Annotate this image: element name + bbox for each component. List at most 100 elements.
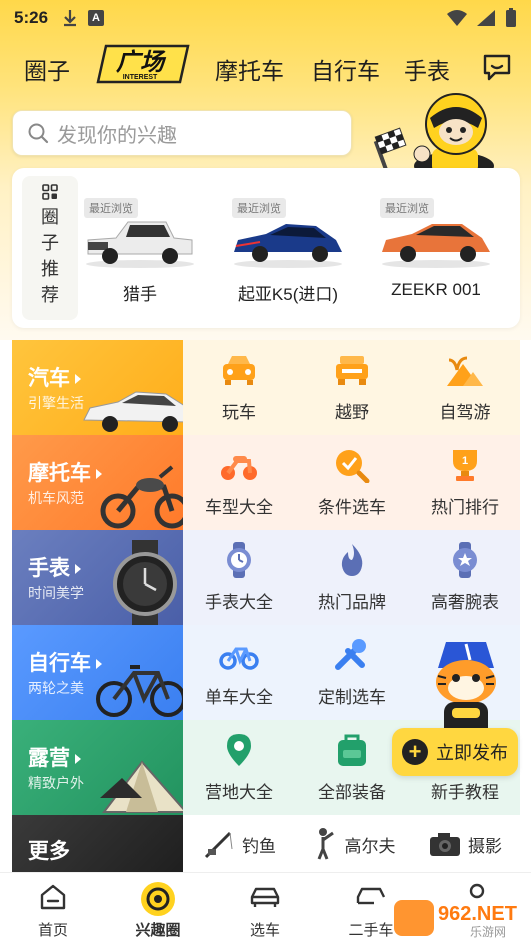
message-icon[interactable]: [481, 51, 513, 83]
category-card-motorcycle[interactable]: 摩托车 机车风范: [12, 435, 183, 530]
status-time: 5:26: [14, 8, 49, 27]
recommend-char: 荐: [41, 285, 59, 305]
grid-item-hot-ranking[interactable]: 1 热门排行: [409, 435, 521, 530]
circle-recommend-label[interactable]: 圈 子 推 荐: [22, 176, 78, 320]
fishing-rod-icon: [204, 831, 233, 859]
category-row-motorcycle: 摩托车 机车风范 车型大全 条件选车 1 热门排行: [12, 435, 520, 530]
tab-bicycle[interactable]: 自行车: [311, 52, 380, 86]
interest-circle-icon: [141, 882, 175, 916]
category-card-watch[interactable]: 手表 时间美学: [12, 530, 183, 625]
grid-item-label: 热门品牌: [318, 593, 386, 612]
category-title: 手表: [28, 552, 81, 582]
recent-car-card[interactable]: 最近浏览 起亚K5(进口): [228, 192, 348, 312]
recent-car-card[interactable]: 最近浏览 猎手: [80, 192, 200, 312]
grid-item-hot-brands[interactable]: 热门品牌: [296, 530, 408, 625]
logo-text: 广场: [116, 49, 167, 76]
grid-item-bike-list[interactable]: 单车大全: [183, 625, 295, 720]
golfer-icon: [317, 828, 334, 860]
bike-icon: [219, 647, 259, 670]
car-image: [83, 391, 183, 432]
publish-button[interactable]: + 立即发布: [392, 728, 518, 776]
grid-item-fishing[interactable]: 钓鱼: [183, 815, 295, 873]
grid-item-label: 条件选车: [318, 498, 386, 517]
tent-image: [100, 760, 183, 813]
category-title: 自行车: [28, 647, 102, 677]
category-card-bicycle[interactable]: 自行车 两轮之美: [12, 625, 183, 720]
watch-icon: [227, 542, 251, 578]
camera-icon: [430, 833, 460, 856]
grid-item-play-car[interactable]: 玩车: [183, 340, 295, 435]
grid-item-filter-select[interactable]: 条件选车: [296, 435, 408, 530]
grid-item-label: 单车大全: [205, 688, 273, 707]
grid-item-label: 营地大全: [205, 783, 273, 802]
recent-car-card[interactable]: 最近浏览 ZEEKR 001: [376, 192, 496, 312]
tab-square-logo[interactable]: 广场 INTEREST: [96, 42, 192, 88]
category-title: 更多: [28, 840, 70, 863]
recommend-char: 圈: [41, 207, 59, 227]
download-icon: [64, 10, 77, 27]
grid-item-label: 热门排行: [431, 498, 499, 517]
wrench-icon: [335, 639, 366, 670]
motorcycle-image: [100, 465, 183, 529]
grid-item-label: 高尔夫: [344, 836, 396, 856]
category-row-car: 汽车 引擎生活 玩车 越野 自驾游: [12, 340, 520, 435]
nav-interest-circle[interactable]: 兴趣圈: [113, 881, 203, 940]
square-logo-icon: 广场 INTEREST: [96, 44, 190, 84]
wristwatch-image: [113, 540, 177, 625]
tab-watch[interactable]: 手表: [404, 52, 450, 86]
nav-home[interactable]: 首页: [8, 881, 98, 940]
grid-item-label: 手表大全: [205, 593, 273, 612]
motorbike-icon: [221, 456, 257, 480]
tab-circle[interactable]: 圈子: [24, 52, 70, 86]
grid-item-label: 钓鱼: [242, 836, 276, 856]
category-card-more[interactable]: 更多: [12, 815, 183, 873]
category-title: 汽车: [28, 362, 81, 392]
nav-label: 兴趣圈: [135, 922, 181, 939]
category-subtitle: 引擎生活: [28, 395, 84, 411]
grid-item-label: 自驾游: [439, 403, 491, 422]
grid-item-label: 越野: [335, 403, 369, 422]
grid-item-label: 新手教程: [431, 783, 499, 802]
nav-label: 首页: [37, 922, 68, 939]
status-bar: 5:26 A: [0, 0, 531, 36]
search-icon: [28, 123, 49, 144]
plus-icon: +: [402, 739, 428, 765]
grid-item-model-list[interactable]: 车型大全: [183, 435, 295, 530]
nav-label: 二手车: [348, 922, 394, 939]
grid-item-offroad[interactable]: 越野: [296, 340, 408, 435]
trophy-icon: 1: [453, 450, 477, 481]
grid-item-label: 全部装备: [318, 783, 386, 802]
wifi-icon: [447, 10, 467, 26]
car-front-icon: [223, 356, 255, 385]
grid-item-campsite-list[interactable]: 营地大全: [183, 720, 295, 815]
grid-item-label: 定制选车: [318, 688, 386, 707]
used-car-icon: [356, 887, 386, 905]
watermark-subtext: 乐游网: [470, 925, 506, 939]
grid-item-golf[interactable]: 高尔夫: [296, 815, 408, 873]
nav-select-car[interactable]: 选车: [220, 881, 310, 940]
grid-item-watch-list[interactable]: 手表大全: [183, 530, 295, 625]
category-title: 摩托车: [28, 457, 102, 487]
category-subtitle: 精致户外: [28, 775, 84, 791]
flame-icon: [341, 544, 363, 576]
category-card-car[interactable]: 汽车 引擎生活: [12, 340, 183, 435]
bicycle-image: [96, 665, 183, 717]
watermark-text: 962.NET: [438, 903, 517, 925]
grid-item-label: 车型大全: [205, 498, 273, 517]
nav-label: 选车: [249, 922, 280, 939]
search-check-icon: [336, 450, 370, 483]
grid-item-roadtrip[interactable]: 自驾游: [409, 340, 521, 435]
category-card-camping[interactable]: 露营 精致户外: [12, 720, 183, 815]
signal-icon: [477, 10, 495, 26]
grid-item-photography[interactable]: 摄影: [409, 815, 521, 873]
category-row-watch: 手表 时间美学 手表大全 热门品牌 高奢腕表: [12, 530, 520, 625]
car-name: ZEEKR 001: [391, 280, 481, 299]
grid-item-label: 摄影: [468, 836, 502, 856]
home-icon: [40, 884, 66, 910]
search-bar[interactable]: 发现你的兴趣: [12, 110, 352, 156]
recommend-card: 圈 子 推 荐 最近浏览 猎手 最近浏览 起亚K5(进口) 最近浏览 ZEEKR…: [12, 168, 520, 328]
grid-item-custom-select[interactable]: 定制选车: [296, 625, 408, 720]
grid-item-all-gear[interactable]: 全部装备: [296, 720, 408, 815]
tab-motorcycle[interactable]: 摩托车: [215, 52, 284, 86]
grid-item-luxury-watch[interactable]: 高奢腕表: [409, 530, 521, 625]
